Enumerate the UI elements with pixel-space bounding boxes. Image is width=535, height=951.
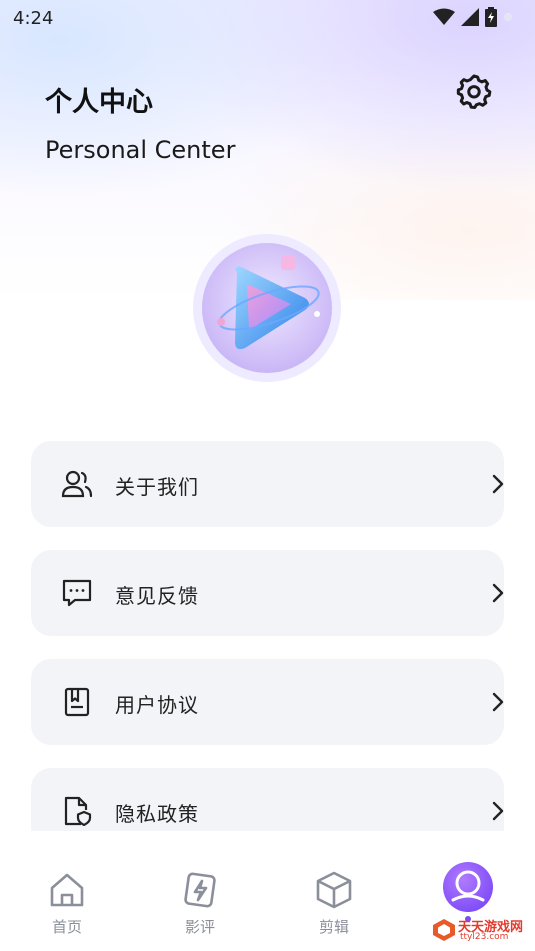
agreement-icon bbox=[64, 687, 90, 717]
tab-label: 影评 bbox=[184, 918, 215, 936]
watermark-logo-icon bbox=[433, 919, 455, 941]
play-logo-icon bbox=[193, 234, 341, 382]
status-time: 4:24 bbox=[13, 8, 54, 29]
menu-item-label: 隐私政策 bbox=[115, 802, 199, 826]
wifi-icon bbox=[433, 8, 455, 25]
menu-item-user-agreement[interactable]: 用户协议 bbox=[31, 659, 504, 745]
tab-profile[interactable] bbox=[443, 862, 493, 912]
watermark: 天天游戏网 ttyl23.com bbox=[432, 916, 532, 946]
gear-icon bbox=[456, 74, 492, 109]
cube-icon bbox=[316, 871, 352, 909]
feedback-icon bbox=[62, 579, 92, 607]
privacy-icon bbox=[64, 796, 92, 826]
home-icon bbox=[50, 873, 84, 907]
tab-label: 首页 bbox=[51, 918, 82, 936]
profile-icon bbox=[451, 870, 485, 902]
signal-icon bbox=[461, 8, 479, 26]
menu-item-label: 用户协议 bbox=[115, 693, 199, 717]
chevron-right-icon bbox=[492, 692, 504, 712]
app-logo bbox=[193, 234, 341, 382]
chevron-right-icon bbox=[492, 474, 504, 494]
page-title: 个人中心 bbox=[45, 87, 153, 118]
page-subtitle: Personal Center bbox=[45, 136, 236, 164]
battery-icon bbox=[485, 7, 497, 27]
menu-item-label: 关于我们 bbox=[115, 475, 199, 499]
menu-item-about-us[interactable]: 关于我们 bbox=[31, 441, 504, 527]
status-icons bbox=[433, 7, 513, 27]
chevron-right-icon bbox=[492, 583, 504, 603]
chevron-right-icon bbox=[492, 801, 504, 821]
tab-edit[interactable]: 剪辑 bbox=[294, 870, 374, 940]
notification-dot-icon bbox=[504, 13, 512, 21]
tab-reviews[interactable]: 影评 bbox=[160, 870, 240, 940]
users-icon bbox=[61, 470, 93, 498]
menu-item-feedback[interactable]: 意见反馈 bbox=[31, 550, 504, 636]
menu-item-label: 意见反馈 bbox=[115, 584, 199, 608]
review-icon bbox=[184, 872, 216, 908]
tab-home[interactable]: 首页 bbox=[27, 870, 107, 940]
settings-button[interactable] bbox=[455, 72, 493, 110]
status-bar: 4:24 bbox=[0, 0, 535, 36]
watermark-url: ttyl23.com bbox=[460, 932, 509, 942]
tab-label: 剪辑 bbox=[318, 918, 349, 936]
